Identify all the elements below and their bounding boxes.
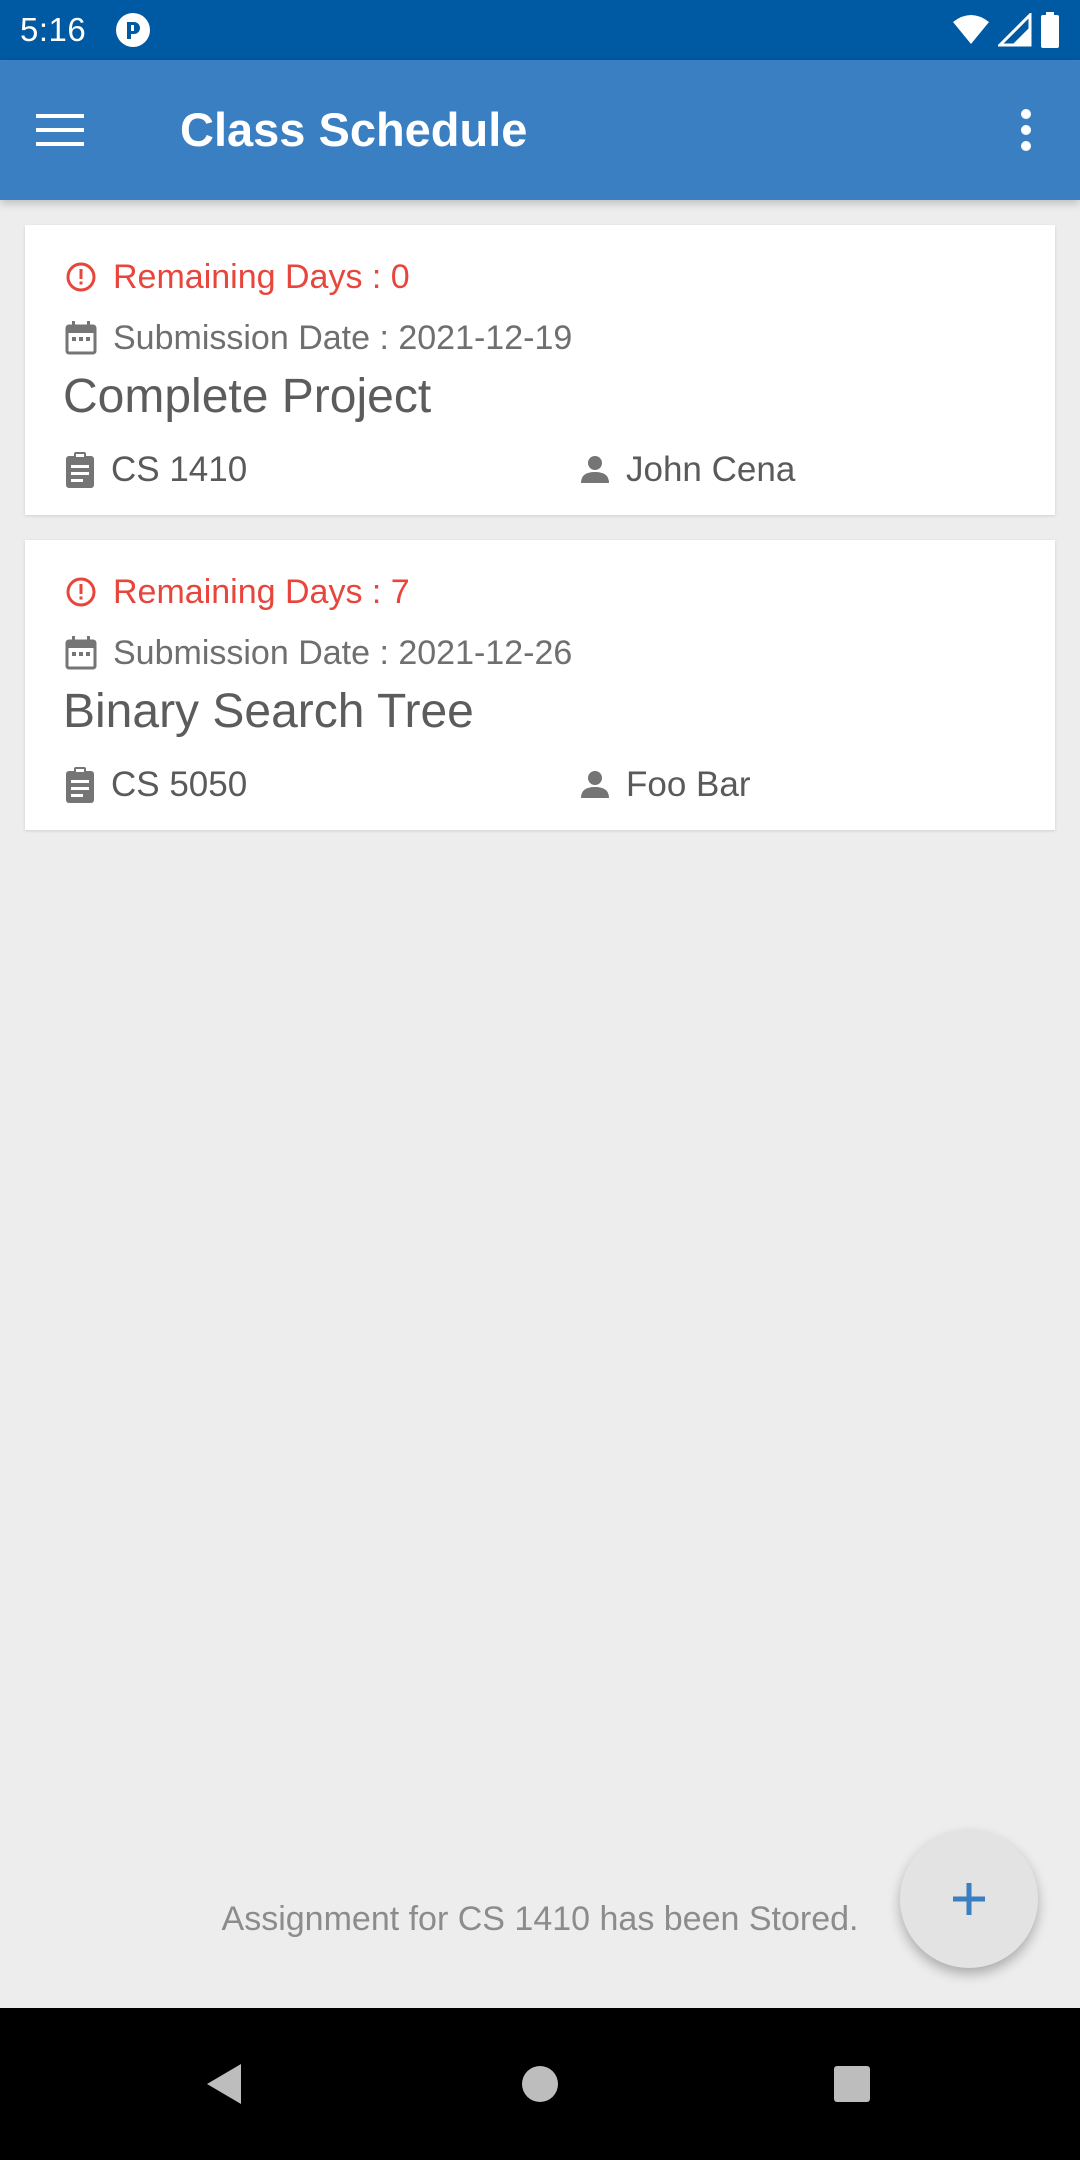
page-title: Class Schedule bbox=[180, 103, 528, 156]
alert-circle-icon bbox=[65, 576, 97, 608]
signal-icon bbox=[998, 13, 1032, 47]
person-icon bbox=[580, 455, 610, 485]
teacher-name: John Cena bbox=[626, 450, 796, 489]
assignment-title: Complete Project bbox=[63, 370, 432, 423]
calendar-icon bbox=[65, 321, 97, 355]
person-icon bbox=[580, 770, 610, 800]
back-button[interactable] bbox=[195, 2054, 255, 2114]
add-assignment-button[interactable] bbox=[900, 1830, 1038, 1968]
teacher-name: Foo Bar bbox=[626, 765, 751, 804]
system-nav-bar bbox=[0, 2008, 1080, 2160]
clipboard-icon bbox=[65, 452, 95, 488]
recents-button[interactable] bbox=[822, 2054, 882, 2114]
course-row: CS 5050 bbox=[65, 760, 247, 810]
more-vert-icon bbox=[1020, 108, 1032, 152]
recents-icon bbox=[833, 2065, 871, 2103]
course-code: CS 5050 bbox=[111, 765, 248, 804]
calendar-icon bbox=[65, 636, 97, 670]
teacher-row: John Cena bbox=[580, 445, 795, 495]
app-notification-icon bbox=[115, 12, 151, 48]
remaining-days: Remaining Days : 0 bbox=[113, 257, 410, 296]
assignment-title: Binary Search Tree bbox=[63, 685, 474, 738]
back-icon bbox=[205, 2062, 245, 2106]
submission-date-row: Submission Date : 2021-12-19 bbox=[65, 313, 572, 363]
clipboard-icon bbox=[65, 767, 95, 803]
wifi-icon bbox=[952, 14, 990, 46]
remaining-days-row: Remaining Days : 7 bbox=[65, 567, 410, 617]
status-time: 5:16 bbox=[20, 11, 87, 48]
home-button[interactable] bbox=[510, 2054, 570, 2114]
teacher-row: Foo Bar bbox=[580, 760, 751, 810]
hamburger-menu-icon bbox=[36, 112, 84, 148]
overflow-menu-button[interactable] bbox=[994, 96, 1058, 164]
submission-date: Submission Date : 2021-12-26 bbox=[113, 633, 573, 672]
alert-circle-icon bbox=[65, 261, 97, 293]
hamburger-menu-button[interactable] bbox=[28, 98, 92, 162]
assignment-card[interactable]: Remaining Days : 0 Submission Date : 202… bbox=[25, 225, 1055, 515]
course-code: CS 1410 bbox=[111, 450, 248, 489]
submission-date-row: Submission Date : 2021-12-26 bbox=[65, 628, 572, 678]
status-bar: 5:16 bbox=[0, 0, 1080, 60]
remaining-days-row: Remaining Days : 0 bbox=[65, 252, 410, 302]
submission-date: Submission Date : 2021-12-19 bbox=[113, 318, 573, 357]
plus-icon bbox=[951, 1881, 987, 1917]
home-icon bbox=[520, 2064, 560, 2104]
course-row: CS 1410 bbox=[65, 445, 247, 495]
status-icons bbox=[952, 10, 1060, 50]
remaining-days: Remaining Days : 7 bbox=[113, 572, 410, 611]
battery-icon bbox=[1040, 12, 1060, 48]
assignment-card[interactable]: Remaining Days : 7 Submission Date : 202… bbox=[25, 540, 1055, 830]
app-bar: Class Schedule bbox=[0, 60, 1080, 200]
